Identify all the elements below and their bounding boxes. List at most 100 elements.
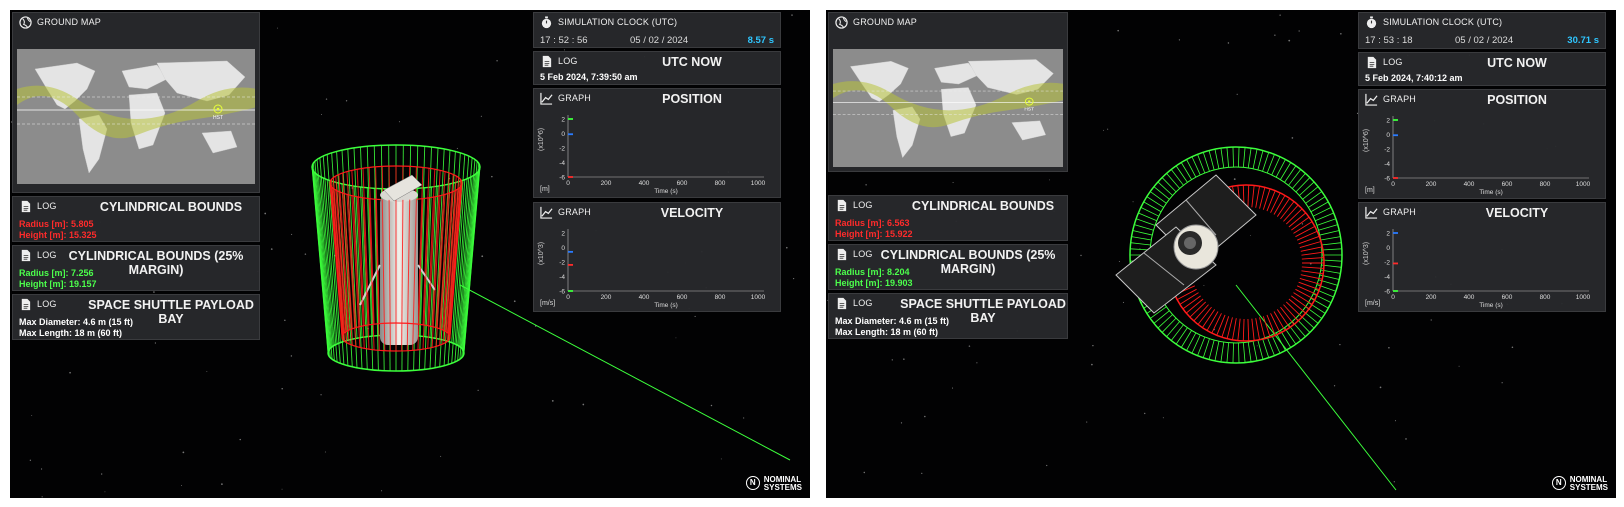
unit-label: [m] xyxy=(540,186,550,193)
x-tick-label: 1000 xyxy=(1576,294,1591,301)
star xyxy=(1430,319,1432,321)
radius-value: Radius [m]: 8.204 xyxy=(835,267,910,277)
bounds-line xyxy=(1211,313,1222,334)
star xyxy=(1458,365,1460,367)
star xyxy=(1298,30,1300,32)
x-tick-label: 800 xyxy=(1540,294,1551,301)
star xyxy=(791,14,793,16)
star xyxy=(182,451,185,454)
satellite-label: HST xyxy=(1024,107,1034,112)
bounds-line xyxy=(1291,216,1310,231)
x-tick-label: 0 xyxy=(566,180,570,187)
stopwatch-icon xyxy=(1366,16,1377,29)
star xyxy=(1046,464,1048,467)
bounds-line xyxy=(1257,150,1264,170)
x-tick-label: 200 xyxy=(601,294,612,301)
x-tick-label: 800 xyxy=(1540,181,1551,188)
bounds-line xyxy=(1301,257,1324,260)
star xyxy=(221,483,223,485)
viewport-right[interactable]: GROUND MAP HST LOG CYLINDRICAL BOUNDS Ra… xyxy=(826,10,1616,498)
utc-log-panel: LOG UTC NOW 5 Feb 2024, 7:39:50 am xyxy=(533,51,781,85)
bounds-line xyxy=(1166,173,1180,189)
max-diameter: Max Diameter: 4.6 m (15 ft) xyxy=(19,317,134,327)
position-plot[interactable]: 20-2-4-60 200 400 600 800 1000Time (s) xyxy=(1359,90,1607,200)
satellite-label: HST xyxy=(213,115,223,121)
bounds-line xyxy=(1262,338,1270,358)
star xyxy=(325,98,328,100)
log-tag: LOG xyxy=(853,200,873,210)
bounds-line xyxy=(1292,173,1306,189)
velocity-plot[interactable]: 20-2-4-60 200 400 600 800 1000Time (s) xyxy=(1359,203,1607,313)
y-tick-label: -4 xyxy=(559,274,565,281)
bounds-line xyxy=(1161,177,1177,193)
bounds-line xyxy=(1308,302,1326,314)
bounds-line xyxy=(1179,292,1199,305)
star xyxy=(1279,14,1281,16)
star xyxy=(104,491,106,493)
bounds-line xyxy=(1242,318,1245,341)
velocity-plot[interactable]: 20-2-4-60 200 400 600 800 1000Time (s) xyxy=(534,203,782,313)
x-tick-label: 1000 xyxy=(1576,181,1591,188)
star xyxy=(1274,34,1276,36)
bounds-line xyxy=(1208,150,1215,170)
bounds-line xyxy=(1238,342,1240,363)
clock-speed[interactable]: 30.71 s xyxy=(1567,35,1599,46)
nominal-systems-logo: N NOMINAL SYSTEMS xyxy=(745,476,802,492)
clock-time: 17 : 52 : 56 xyxy=(540,35,588,46)
x-tick-label: 600 xyxy=(677,294,688,301)
star xyxy=(863,471,866,474)
x-tick-label: 400 xyxy=(639,294,650,301)
y-tick-label: 2 xyxy=(1386,118,1390,125)
bounds-line xyxy=(1285,208,1303,225)
bounds-line xyxy=(1193,304,1209,322)
trajectory-line xyxy=(1235,284,1397,491)
document-icon xyxy=(837,248,847,261)
bounds-line xyxy=(1266,336,1275,356)
document-icon xyxy=(21,200,31,213)
y-tick-label: -6 xyxy=(559,175,565,182)
x-axis-label: Time (s) xyxy=(654,302,678,309)
x-tick-label: 600 xyxy=(677,180,688,187)
x-tick-label: 0 xyxy=(1391,294,1395,301)
star xyxy=(290,355,293,357)
viewport-left[interactable]: GROUND MAP HST LOG CYLINDRICAL BOUNDS Ra… xyxy=(10,10,810,498)
star xyxy=(276,27,278,29)
y-scale-label: (x10^3) xyxy=(1363,241,1370,265)
clock-time: 17 : 53 : 18 xyxy=(1365,35,1413,46)
bounds-line xyxy=(1270,313,1281,334)
y-tick-label: -4 xyxy=(1384,274,1390,281)
clock-row: 17 : 53 : 18 05 / 02 / 2024 30.71 s xyxy=(1365,35,1599,46)
bounds-line xyxy=(1189,301,1207,318)
bounds-line xyxy=(1316,218,1336,226)
bounds-line xyxy=(1280,162,1292,180)
y-tick-label: -2 xyxy=(559,260,565,267)
star xyxy=(924,415,926,418)
radius-value: Radius [m]: 5.805 xyxy=(19,219,94,229)
bounds-line xyxy=(1238,147,1240,168)
bounds-line xyxy=(1153,186,1170,200)
star xyxy=(281,488,283,490)
star xyxy=(1236,93,1238,95)
position-plot[interactable]: 20-2-4-60 200 400 600 800 1000Time (s) xyxy=(534,89,782,199)
bounds-line xyxy=(1182,295,1201,310)
world-map[interactable]: HST xyxy=(833,49,1063,167)
x-tick-label: 400 xyxy=(1464,294,1475,301)
bounds-line xyxy=(1185,298,1204,314)
bounds-line xyxy=(1180,162,1192,180)
payload-bay-panel: LOG SPACE SHUTTLE PAYLOAD BAY Max Diamet… xyxy=(12,294,260,340)
y-tick-label: -2 xyxy=(559,146,565,153)
bounds-line xyxy=(1130,242,1151,246)
utc-log-panel: LOG UTC NOW 5 Feb 2024, 7:40:12 am xyxy=(1358,52,1606,86)
star xyxy=(951,387,954,389)
star xyxy=(284,319,286,322)
world-map[interactable]: HST xyxy=(17,49,255,184)
document-icon xyxy=(21,298,31,311)
bounds-line xyxy=(1293,292,1313,305)
height-value: Height [m]: 15.922 xyxy=(835,229,913,239)
clock-speed[interactable]: 8.57 s xyxy=(748,35,774,46)
y-scale-label: (x10^3) xyxy=(538,241,545,265)
y-scale-label: (x10^6) xyxy=(1363,128,1370,152)
bounds-line xyxy=(1247,185,1250,208)
bounds-line xyxy=(1276,198,1290,217)
star xyxy=(952,181,954,183)
